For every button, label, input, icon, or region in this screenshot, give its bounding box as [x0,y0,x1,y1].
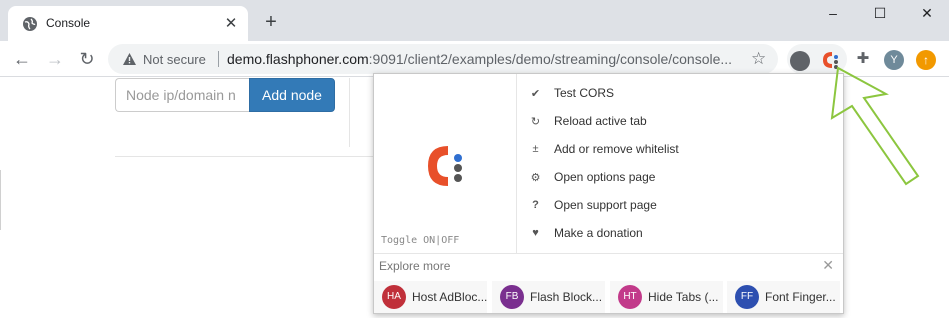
reload-icon[interactable]: ↻ [77,49,97,69]
recommendation-badge: FF [735,285,759,309]
check-icon: ✔ [530,87,541,100]
recommendation-item[interactable]: HT Hide Tabs (... [610,281,723,313]
add-node-button[interactable]: Add node [249,78,335,112]
close-window-icon[interactable]: ✕ [917,6,937,20]
new-tab-button[interactable]: + [261,12,281,32]
recommendation-label: Flash Block... [530,290,603,304]
close-icon[interactable]: ✕ [822,257,834,274]
panel-divider [349,78,350,147]
recommendation-label: Host AdBloc... [412,290,487,304]
reload-icon: ↻ [530,115,541,128]
url-path: :9091/client2/examples/demo/streaming/co… [368,51,733,67]
page-edge-line [0,170,1,230]
recommendation-item[interactable]: FF Font Finger... [727,281,840,313]
plus-minus-icon: ± [532,143,539,155]
explore-more-bar: Explore more ✕ [374,253,843,277]
menu-item-whitelist[interactable]: ± Add or remove whitelist [527,139,679,159]
globe-icon [23,17,37,31]
annotation-arrow-icon [830,66,920,186]
menu-item-test-cors[interactable]: ✔ Test CORS [527,83,614,103]
popup-toggle-panel[interactable]: Toggle ON|OFF [374,74,517,253]
node-ip-input[interactable]: Node ip/domain n [115,78,250,112]
minimize-icon[interactable]: – [823,6,843,20]
section-divider [115,156,385,157]
tab-console[interactable]: Console ✕ [8,6,248,41]
recommendation-item[interactable]: HA Host AdBloc... [374,281,487,313]
omnibox-separator [218,51,219,67]
extension-popup: Toggle ON|OFF ✔ Test CORS ↻ Reload activ… [373,73,844,314]
menu-item-reload-tab[interactable]: ↻ Reload active tab [527,111,647,131]
forward-icon[interactable]: → [45,49,65,69]
url-text[interactable]: demo.flashphoner.com:9091/client2/exampl… [227,51,732,67]
shield-extension-icon[interactable] [790,51,810,71]
cors-logo-icon[interactable] [426,144,466,188]
tab-strip: Console ✕ + – ☐ ✕ [0,0,949,41]
popup-menu: ✔ Test CORS ↻ Reload active tab ± Add or… [517,74,843,253]
recommendations-row: HA Host AdBloc... FB Flash Block... HT H… [374,281,843,313]
recommendation-item[interactable]: FB Flash Block... [492,281,605,313]
maximize-icon[interactable]: ☐ [870,6,890,20]
menu-item-label: Make a donation [554,226,643,240]
menu-item-label: Open support page [554,198,657,212]
url-host: demo.flashphoner.com [227,51,369,67]
explore-more-title: Explore more [379,259,451,273]
menu-item-donation[interactable]: ♥ Make a donation [527,223,643,243]
recommendation-badge: HT [618,285,642,309]
toolbar: ← → ↻ Not secure demo.flashphoner.com:90… [0,41,949,77]
menu-item-label: Add or remove whitelist [554,142,679,156]
address-bar[interactable]: Not secure demo.flashphoner.com:9091/cli… [108,44,778,74]
menu-item-label: Open options page [554,170,656,184]
recommendation-label: Hide Tabs (... [648,290,719,304]
menu-item-options[interactable]: ⚙ Open options page [527,167,656,187]
security-label[interactable]: Not secure [143,52,206,67]
toggle-label[interactable]: Toggle ON|OFF [381,235,459,246]
tab-title: Console [46,16,91,30]
menu-item-label: Test CORS [554,86,615,100]
recommendation-badge: HA [382,285,406,309]
heart-icon: ♥ [532,227,539,239]
tab-close-icon[interactable]: ✕ [222,15,240,33]
bookmark-star-icon[interactable]: ☆ [751,49,766,69]
recommendation-label: Font Finger... [765,290,836,304]
gear-icon: ⚙ [530,171,541,184]
menu-item-label: Reload active tab [554,114,647,128]
back-icon[interactable]: ← [12,49,32,69]
menu-item-support[interactable]: ? Open support page [527,195,657,215]
warning-icon[interactable] [122,52,137,66]
question-icon: ? [532,199,539,211]
recommendation-badge: FB [500,285,524,309]
